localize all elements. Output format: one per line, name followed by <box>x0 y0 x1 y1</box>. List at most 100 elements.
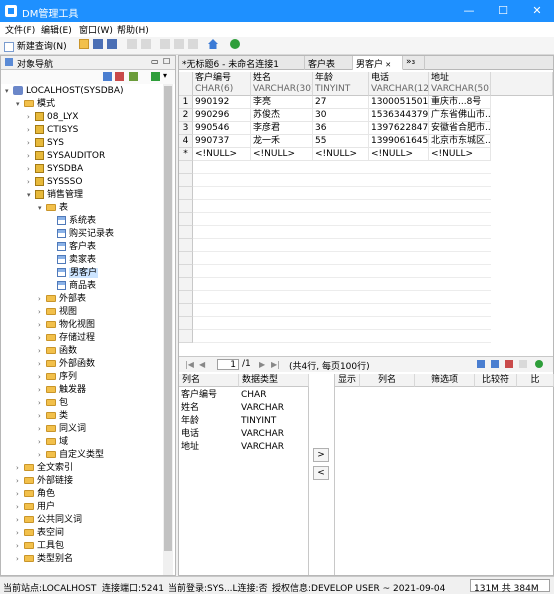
move-right-button[interactable]: > <box>313 448 329 462</box>
expand-icon[interactable] <box>151 72 160 81</box>
tree-node[interactable]: › 外部链接 <box>16 475 73 488</box>
twisty-icon[interactable]: › <box>38 358 46 371</box>
editor-tab[interactable]: 客户表 <box>305 56 353 70</box>
twisty-icon[interactable]: › <box>38 371 46 384</box>
columns-panel-cell[interactable]: CHAR <box>241 389 266 402</box>
twisty-icon[interactable]: › <box>16 553 24 566</box>
tree-node[interactable]: › 物化视图 <box>38 319 95 332</box>
twisty-icon[interactable]: › <box>16 501 24 514</box>
twisty-icon[interactable]: › <box>27 137 35 150</box>
tree-node[interactable]: 男客户 <box>49 267 99 280</box>
tree-node[interactable]: › SYSAUDITOR <box>27 150 105 163</box>
column-header[interactable]: 年龄 TINYINT <box>313 72 369 96</box>
twisty-icon[interactable]: › <box>16 540 24 553</box>
twisty-icon[interactable]: › <box>16 527 24 540</box>
columns-panel-cell[interactable]: 年龄 <box>181 415 199 428</box>
tree-node[interactable]: › 用户 <box>16 501 55 514</box>
column-header[interactable]: 客户编号 CHAR(6) <box>193 72 251 96</box>
tree-node[interactable]: 客户表 <box>49 241 96 254</box>
display-panel-header[interactable]: 筛选项 <box>415 374 475 387</box>
twisty-icon[interactable]: › <box>27 176 35 189</box>
twisty-icon[interactable]: › <box>16 514 24 527</box>
grid-cell[interactable]: 36 <box>313 122 369 135</box>
twisty-icon[interactable]: ▾ <box>27 189 35 202</box>
view-menu-icon[interactable]: ▾ <box>163 71 167 80</box>
row-number[interactable]: 3 <box>179 122 193 135</box>
grid-cell[interactable]: 990737 <box>193 135 251 148</box>
grid-cell[interactable]: 990192 <box>193 96 251 109</box>
prev-page-icon[interactable]: ◀ <box>199 360 205 369</box>
tree-node[interactable]: › 表空间 <box>16 527 64 540</box>
twisty-icon[interactable]: › <box>38 293 46 306</box>
grid-cell[interactable]: 广东省佛山市... <box>429 109 491 122</box>
last-page-icon[interactable]: ▶| <box>271 360 280 369</box>
display-panel-header[interactable]: 列名 <box>360 374 415 387</box>
tree-node[interactable]: › 公共同义词 <box>16 514 82 527</box>
grid-cell[interactable]: 苏俊杰 <box>251 109 313 122</box>
columns-panel-header[interactable]: 数据类型 <box>239 374 309 387</box>
save-button[interactable] <box>93 39 103 52</box>
twisty-icon[interactable]: › <box>38 436 46 449</box>
twisty-icon[interactable]: › <box>38 345 46 358</box>
tree-node[interactable]: ▾ 销售管理 <box>27 189 83 202</box>
filter-icon[interactable] <box>477 360 485 368</box>
navigator-maximize-icon[interactable]: ☐ <box>163 57 170 66</box>
tree-node[interactable]: ▾ LOCALHOST(SYSDBA) <box>5 85 124 98</box>
tab-close-icon[interactable]: ✕ <box>383 61 391 69</box>
grid-cell[interactable]: 北京市东城区... <box>429 135 491 148</box>
tree-node[interactable]: › SYSSSO <box>27 176 82 189</box>
tree-node[interactable]: 卖家表 <box>49 254 96 267</box>
editor-tab[interactable]: *无标题6 - 未命名连接1 <box>179 56 305 70</box>
tree-node[interactable]: 商品表 <box>49 280 96 293</box>
paste-button[interactable] <box>188 39 198 52</box>
editor-tab[interactable]: »₃ <box>403 56 425 70</box>
column-header[interactable]: 电话 VARCHAR(12) <box>369 72 429 96</box>
menu-help[interactable]: 帮助(H) <box>117 23 149 36</box>
edit-icon[interactable] <box>519 360 527 368</box>
new-connection-icon[interactable] <box>103 72 112 81</box>
twisty-icon[interactable]: ▾ <box>38 202 46 215</box>
tree-node[interactable]: › 全文索引 <box>16 462 73 475</box>
column-header[interactable]: 姓名 VARCHAR(30) <box>251 72 313 96</box>
twisty-icon[interactable]: › <box>16 475 24 488</box>
columns-panel-cell[interactable]: TINYINT <box>241 415 276 428</box>
save-all-button[interactable] <box>107 39 117 52</box>
disconnect-icon[interactable] <box>115 72 124 81</box>
tree-node[interactable]: › 包 <box>38 397 68 410</box>
undo-button[interactable] <box>127 39 137 52</box>
menu-file[interactable]: 文件(F) <box>5 23 35 36</box>
column-header[interactable]: 地址 VARCHAR(50) <box>429 72 491 96</box>
tree-node[interactable]: › 视图 <box>38 306 77 319</box>
grid-cell[interactable]: <!NULL> <box>369 148 429 161</box>
twisty-icon[interactable]: › <box>38 397 46 410</box>
tree-node[interactable]: 购买记录表 <box>49 228 114 241</box>
row-number[interactable]: 1 <box>179 96 193 109</box>
twisty-icon[interactable]: › <box>38 410 46 423</box>
debug-button[interactable] <box>230 39 240 52</box>
minimize-button[interactable]: — <box>452 0 486 22</box>
tree-node[interactable]: › SYS <box>27 137 64 150</box>
memory-usage[interactable]: 131M 共 384M <box>470 579 550 594</box>
grid-cell[interactable]: 1399061645... <box>369 135 429 148</box>
grid-cell[interactable]: 27 <box>313 96 369 109</box>
columns-panel-cell[interactable]: VARCHAR <box>241 402 284 415</box>
display-panel-header[interactable]: 比 <box>517 374 554 387</box>
twisty-icon[interactable]: › <box>38 306 46 319</box>
twisty-icon[interactable]: › <box>38 384 46 397</box>
move-left-button[interactable]: < <box>313 466 329 480</box>
grid-cell[interactable]: 李彦君 <box>251 122 313 135</box>
grid-cell[interactable]: 安徽省合肥市... <box>429 122 491 135</box>
redo-button[interactable] <box>141 39 151 52</box>
display-panel-header[interactable]: 显示 <box>335 374 360 387</box>
grid-cell[interactable]: <!NULL> <box>313 148 369 161</box>
page-input[interactable]: 1 <box>217 359 239 370</box>
tree-node[interactable]: ▾ 表 <box>38 202 68 215</box>
columns-panel-cell[interactable]: 姓名 <box>181 402 199 415</box>
grid-cell[interactable]: 李亮 <box>251 96 313 109</box>
clear-filter-icon[interactable] <box>505 360 513 368</box>
editor-tab[interactable]: 男客户 ✕ <box>353 56 403 70</box>
tree-node[interactable]: › 存储过程 <box>38 332 95 345</box>
twisty-icon[interactable]: › <box>27 150 35 163</box>
columns-panel-header[interactable]: 列名 <box>179 374 239 387</box>
display-panel-header[interactable]: 比较符 <box>475 374 517 387</box>
